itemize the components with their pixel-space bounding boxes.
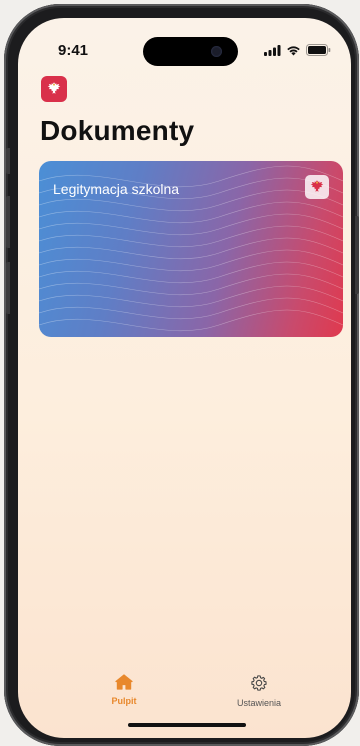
mute-switch <box>6 148 10 174</box>
status-bar: 9:41 <box>18 18 351 66</box>
page-title: Dokumenty <box>40 115 195 146</box>
tab-bar: Pulpit Ustawienia <box>18 674 351 724</box>
power-button <box>355 216 359 294</box>
tab-ustawienia[interactable]: Ustawienia <box>204 674 314 708</box>
tab-pulpit-label: Pulpit <box>111 696 137 706</box>
home-icon <box>115 674 133 690</box>
gear-icon <box>251 675 267 691</box>
eagle-emblem-icon <box>310 180 324 192</box>
battery-icon <box>306 44 331 56</box>
status-time: 9:41 <box>58 42 89 59</box>
dynamic-island <box>143 37 238 66</box>
home-indicator[interactable] <box>128 723 246 727</box>
wifi-icon <box>287 45 300 55</box>
tab-pulpit[interactable]: Pulpit <box>69 674 179 706</box>
eagle-emblem-icon <box>47 82 61 94</box>
app-logo <box>41 76 67 102</box>
phone-frame: 9:41 Dokumenty Legitymacja szkolna Pulpi… <box>4 4 359 746</box>
tab-ustawienia-label: Ustawienia <box>236 698 282 708</box>
document-card-title: Legitymacja szkolna <box>53 181 180 197</box>
status-icons <box>264 44 331 56</box>
cellular-signal-icon <box>264 44 281 56</box>
volume-up-button <box>6 196 10 248</box>
document-card-school-id[interactable]: Legitymacja szkolna <box>39 161 343 337</box>
card-emblem <box>305 175 329 199</box>
app-screen: 9:41 Dokumenty Legitymacja szkolna Pulpi… <box>18 18 351 738</box>
volume-down-button <box>6 262 10 314</box>
